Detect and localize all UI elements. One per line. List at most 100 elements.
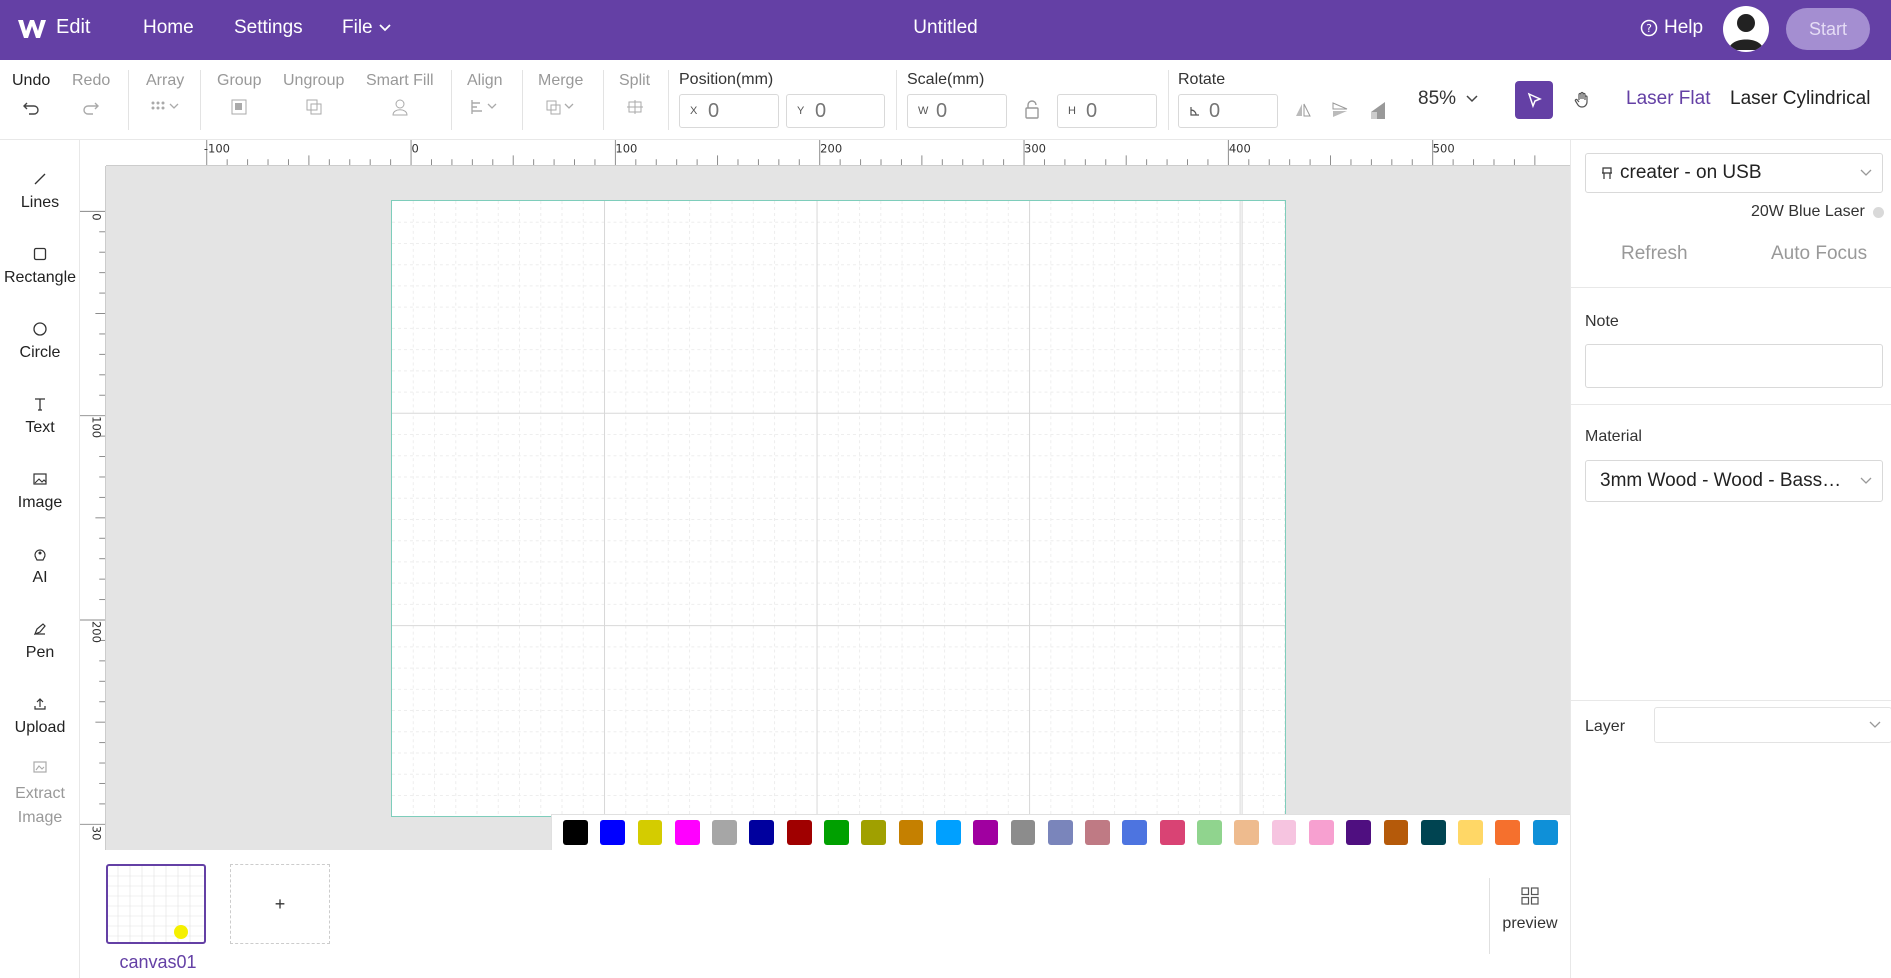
- color-swatch[interactable]: [1271, 820, 1297, 845]
- sidebar-item-image[interactable]: Image: [0, 468, 80, 512]
- flip-vertical-icon[interactable]: [1331, 101, 1349, 119]
- color-swatch[interactable]: [1532, 820, 1558, 845]
- color-swatch[interactable]: [712, 820, 737, 845]
- layer-select[interactable]: [1654, 707, 1891, 743]
- group-button[interactable]: Group: [217, 72, 261, 118]
- color-swatch[interactable]: [1085, 820, 1110, 845]
- ruler-tick-label: -100: [204, 142, 230, 156]
- work-area[interactable]: [391, 200, 1286, 817]
- color-swatch[interactable]: [1346, 820, 1372, 845]
- color-swatch[interactable]: [786, 820, 812, 845]
- ruler-tick-label: 0: [412, 142, 419, 156]
- undo-button[interactable]: Undo: [12, 72, 50, 118]
- zoom-select[interactable]: 85%: [1418, 88, 1478, 110]
- color-swatch[interactable]: [861, 820, 887, 845]
- color-swatch[interactable]: [1383, 820, 1409, 845]
- panel-divider: [1571, 700, 1891, 701]
- color-swatch[interactable]: [1495, 820, 1521, 845]
- pan-tool-button[interactable]: [1563, 81, 1601, 119]
- array-button[interactable]: Array: [146, 72, 184, 118]
- auto-focus-button[interactable]: Auto Focus: [1771, 243, 1867, 265]
- grid-icon: [1521, 887, 1539, 905]
- tab-laser-cylindrical[interactable]: Laser Cylindrical: [1730, 88, 1870, 110]
- color-swatch[interactable]: [1197, 820, 1222, 845]
- split-button[interactable]: Split: [619, 72, 650, 118]
- sidebar-item-pen[interactable]: Pen: [0, 618, 80, 662]
- redo-button[interactable]: Redo: [72, 72, 110, 118]
- sidebar-item-ai[interactable]: AI: [0, 543, 80, 587]
- distort-icon[interactable]: [1369, 100, 1387, 120]
- x-prefix: X: [690, 105, 698, 117]
- scale-height-input[interactable]: [1086, 99, 1146, 123]
- lock-ratio-icon[interactable]: [1024, 100, 1040, 120]
- toolbar-separator: [200, 70, 201, 130]
- select-tool-button[interactable]: [1515, 81, 1553, 119]
- color-swatch[interactable]: [1122, 820, 1148, 845]
- color-swatch[interactable]: [1234, 820, 1260, 845]
- color-swatch[interactable]: [1159, 820, 1185, 845]
- canvas-thumbnail[interactable]: [106, 864, 206, 944]
- color-swatch[interactable]: [935, 820, 961, 845]
- device-select[interactable]: creater - on USB: [1585, 153, 1883, 193]
- color-swatch[interactable]: [1047, 820, 1073, 845]
- layer-label: Layer: [1585, 718, 1626, 735]
- note-input[interactable]: [1585, 344, 1883, 388]
- scale-height-field[interactable]: H: [1057, 94, 1157, 128]
- position-x-input[interactable]: [708, 99, 768, 123]
- canvas-area[interactable]: -100 0 100 200 300 400 500 0 100 200 30: [80, 140, 1570, 850]
- toolbar: Undo Redo Array Group Ungroup Smart Fill…: [0, 60, 1891, 140]
- angle-icon: [1190, 107, 1199, 116]
- sidebar-item-circle[interactable]: Circle: [0, 318, 80, 362]
- rotate-input[interactable]: [1209, 99, 1269, 123]
- rotate-label: Rotate: [1178, 71, 1226, 88]
- align-button[interactable]: Align: [467, 72, 503, 118]
- color-swatch[interactable]: [674, 820, 700, 845]
- user-avatar[interactable]: [1723, 6, 1769, 52]
- color-swatch[interactable]: [1458, 820, 1483, 845]
- color-swatch[interactable]: [600, 820, 626, 845]
- color-swatch[interactable]: [973, 820, 999, 845]
- nav-file[interactable]: File: [342, 17, 391, 39]
- scale-width-input[interactable]: [936, 99, 996, 123]
- smart-fill-button[interactable]: Smart Fill: [366, 72, 434, 118]
- toolbar-separator: [603, 70, 604, 130]
- ungroup-button[interactable]: Ungroup: [283, 72, 344, 118]
- preview-button[interactable]: preview: [1489, 878, 1570, 954]
- sidebar-item-rectangle[interactable]: Rectangle: [0, 243, 80, 287]
- line-icon: [34, 173, 46, 185]
- nav-home[interactable]: Home: [143, 17, 194, 39]
- material-select[interactable]: 3mm Wood - Wood - Basswood: [1585, 460, 1883, 502]
- rotate-field[interactable]: [1178, 94, 1278, 128]
- tab-laser-flat[interactable]: Laser Flat: [1626, 88, 1710, 110]
- merge-button[interactable]: Merge: [538, 72, 583, 118]
- ruler-tick-label: 500: [1433, 142, 1455, 156]
- color-swatch[interactable]: [637, 820, 663, 845]
- nav-settings[interactable]: Settings: [234, 17, 303, 39]
- color-swatch[interactable]: [1420, 820, 1446, 845]
- sidebar-item-label: Lines: [20, 194, 60, 211]
- sidebar-item-lines[interactable]: Lines: [0, 168, 80, 212]
- flip-horizontal-icon[interactable]: [1294, 101, 1312, 119]
- position-y-field[interactable]: Y: [786, 94, 885, 128]
- scale-width-field[interactable]: W: [907, 94, 1007, 128]
- help-button[interactable]: ? Help: [1640, 17, 1703, 39]
- start-button[interactable]: Start: [1786, 8, 1870, 50]
- sidebar-item-upload[interactable]: Upload: [0, 693, 80, 737]
- refresh-button[interactable]: Refresh: [1621, 243, 1688, 265]
- color-swatch[interactable]: [898, 820, 924, 845]
- sidebar-item-text[interactable]: Text: [0, 393, 80, 437]
- upload-icon: [34, 698, 46, 710]
- color-swatch[interactable]: [1010, 820, 1036, 845]
- app-name: Edit: [56, 16, 91, 38]
- canvas-tab-label[interactable]: canvas01: [98, 952, 218, 973]
- split-label: Split: [619, 72, 651, 89]
- color-swatch[interactable]: [1308, 820, 1334, 845]
- y-prefix: Y: [797, 105, 805, 117]
- color-swatch[interactable]: [824, 820, 849, 845]
- position-y-input[interactable]: [815, 99, 875, 123]
- color-swatch[interactable]: [563, 820, 588, 845]
- sidebar-item-extract-image[interactable]: Extract Image: [0, 756, 80, 830]
- color-swatch[interactable]: [749, 820, 775, 845]
- add-canvas-button[interactable]: +: [230, 864, 330, 944]
- position-x-field[interactable]: X: [679, 94, 779, 128]
